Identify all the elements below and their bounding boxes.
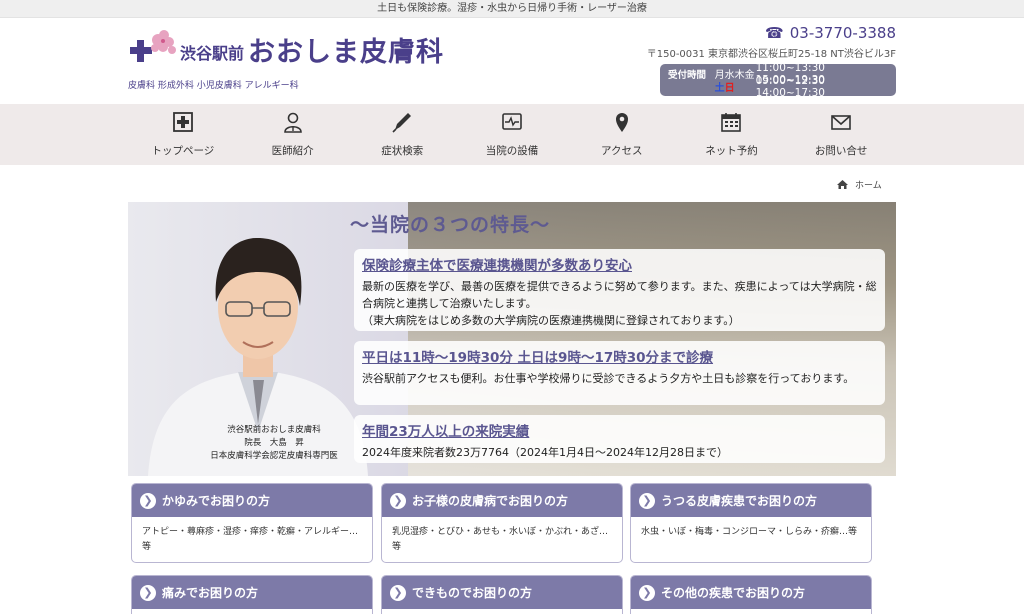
symptom-card-children[interactable]: ❯ お子様の皮膚病でお困りの方 乳児湿疹・とびひ・あせも・水いぼ・かぶれ・あざ…等 [381,483,623,563]
phone-icon: ☎ [765,24,784,42]
card-body: 水虫・いぼ・梅毒・コンジローマ・しらみ・疥癬…等 [641,527,858,537]
nav-item-symptom-search[interactable]: 症状検索 [347,104,457,165]
nav-item-doctor[interactable]: 医師紹介 [238,104,348,165]
nav-item-contact[interactable]: お問い合せ [786,104,896,165]
feature-card: 保険診療主体で医療連携機関が多数あり安心 最新の医療を学び、最善の医療を提供でき… [354,249,885,331]
card-title: お子様の皮膚病でお困りの方 [412,494,569,508]
clinic-address: 〒150-0031 東京都渋谷区桜丘町25-18 NT渋谷ビル3F [646,49,896,60]
arrow-right-icon: ❯ [639,584,655,601]
hours-sun: 日 [724,83,735,94]
monitor-icon [502,113,522,130]
arrow-right-icon: ❯ [390,492,406,509]
hours-weekend-times: 09:00~12:30 14:00~17:30 [755,74,825,99]
phone-text: 03-3770-3388 [789,24,896,42]
card-title: できものでお困りの方 [412,586,533,600]
logo-prefix: 渋谷駅前 [180,44,245,63]
main-navigation: トップページ 医師紹介 症状検索 当院の設備 アクセス ネット予約 お問い合せ [0,104,1024,165]
feature-text: 2024年度来院者数23万7764（2024年1月4日〜2024年12月28日ま… [362,446,728,459]
phone-number[interactable]: ☎ 03-3770-3388 [636,24,896,42]
doctor-icon [283,112,302,133]
business-hours: 受付時間 月水木金 11:00~13:30 15:00~19:30 土日 09:… [660,62,896,99]
feature-card: 年間23万人以上の来院実績 2024年度来院者数23万7764（2024年1月4… [354,415,885,463]
cherry-blossom-cross-icon [130,30,176,62]
feature-title[interactable]: 保険診療主体で医療連携機関が多数あり安心 [362,254,877,274]
nav-item-reservation[interactable]: ネット予約 [677,104,787,165]
mail-icon [831,115,851,130]
card-title: その他の疾患でお困りの方 [661,586,806,600]
hero-title: ～当院の３つの特長～ [350,214,551,236]
feature-text: 渋谷駅前アクセスも便利。お仕事や学校帰りに受診できるよう夕方や土日も診察を行って… [362,372,855,385]
site-logo[interactable]: 渋谷駅前 おおしま皮膚科 皮膚科 形成外科 小児皮膚科 アレルギー科 [128,28,458,98]
card-title: 痛みでお困りの方 [162,586,259,600]
caption-certification: 日本皮膚科学会認定皮膚科専門医 [210,451,338,461]
nav-label: 医師紹介 [271,145,314,157]
symptom-card-contagious[interactable]: ❯ うつる皮膚疾患でお困りの方 水虫・いぼ・梅毒・コンジローマ・しらみ・疥癬…等 [630,483,872,563]
hours-label: 受付時間 [668,69,707,81]
nav-label: 当院の設備 [485,145,539,157]
card-body: 乳児湿疹・とびひ・あせも・水いぼ・かぶれ・あざ…等 [392,527,609,552]
home-icon [172,112,193,132]
symptom-cards: ❯ かゆみでお困りの方 アトピー・蕁麻疹・湿疹・痒疹・乾癬・アレルギー…等 ❯ お子… [131,483,873,614]
arrow-right-icon: ❯ [390,584,406,601]
logo-subtitle: 皮膚科 形成外科 小児皮膚科 アレルギー科 [128,81,299,91]
home-breadcrumb-icon [837,180,848,189]
symptom-card-itch[interactable]: ❯ かゆみでお困りの方 アトピー・蕁麻疹・湿疹・痒疹・乾癬・アレルギー…等 [131,483,373,563]
nav-label: ネット予約 [705,145,758,157]
breadcrumb: ホーム [836,178,882,191]
nav-item-top[interactable]: トップページ [128,104,238,165]
pen-icon [392,113,412,133]
nav-item-access[interactable]: アクセス [567,104,677,165]
doctor-caption: 渋谷駅前おおしま皮膚科 院長 大島 昇 日本皮膚科学会認定皮膚科専門医 [174,424,374,463]
symptom-card-lumps[interactable]: ❯ できものでお困りの方 [381,575,623,614]
announcement-text: 土日も保険診療。湿疹・水虫から日帰り手術・レーザー治療 [377,3,647,14]
hero-banner: 渋谷駅前おおしま皮膚科 院長 大島 昇 日本皮膚科学会認定皮膚科専門医 ～当院の… [128,202,896,476]
nav-label: トップページ [151,145,215,157]
caption-clinic: 渋谷駅前おおしま皮膚科 [227,425,321,435]
hours-sat: 土 [714,83,725,94]
arrow-right-icon: ❯ [140,584,156,601]
nav-label: アクセス [600,145,643,157]
breadcrumb-home[interactable]: ホーム [855,178,882,191]
nav-label: お問い合せ [814,145,868,157]
symptom-card-other[interactable]: ❯ その他の疾患でお困りの方 [630,575,872,614]
nav-item-facilities[interactable]: 当院の設備 [457,104,567,165]
map-pin-icon [615,113,628,132]
card-body: アトピー・蕁麻疹・湿疹・痒疹・乾癬・アレルギー…等 [142,527,359,552]
site-header: 渋谷駅前 おおしま皮膚科 皮膚科 形成外科 小児皮膚科 アレルギー科 ☎ 03-3… [0,18,1024,104]
nav-label: 症状検索 [381,145,424,157]
top-announcement-bar: 土日も保険診療。湿疹・水虫から日帰り手術・レーザー治療 [0,0,1024,18]
feature-title[interactable]: 年間23万人以上の来院実績 [362,420,877,440]
arrow-right-icon: ❯ [639,492,655,509]
calendar-icon [721,113,742,132]
feature-text: 最新の医療を学び、最善の医療を提供できるように努めて参ります。また、疾患によって… [362,280,877,327]
feature-title[interactable]: 平日は11時〜19時30分 土日は9時〜17時30分まで診療 [362,346,877,366]
arrow-right-icon: ❯ [140,492,156,509]
feature-card: 平日は11時〜19時30分 土日は9時〜17時30分まで診療 渋谷駅前アクセスも… [354,341,885,405]
logo-name: おおしま皮膚科 [248,37,444,68]
caption-director: 院長 大島 昇 [244,438,304,448]
contact-info: ☎ 03-3770-3388 〒150-0031 東京都渋谷区桜丘町25-18 N… [636,24,896,104]
card-title: うつる皮膚疾患でお困りの方 [661,494,818,508]
card-title: かゆみでお困りの方 [162,494,271,508]
symptom-card-pain[interactable]: ❯ 痛みでお困りの方 [131,575,373,614]
